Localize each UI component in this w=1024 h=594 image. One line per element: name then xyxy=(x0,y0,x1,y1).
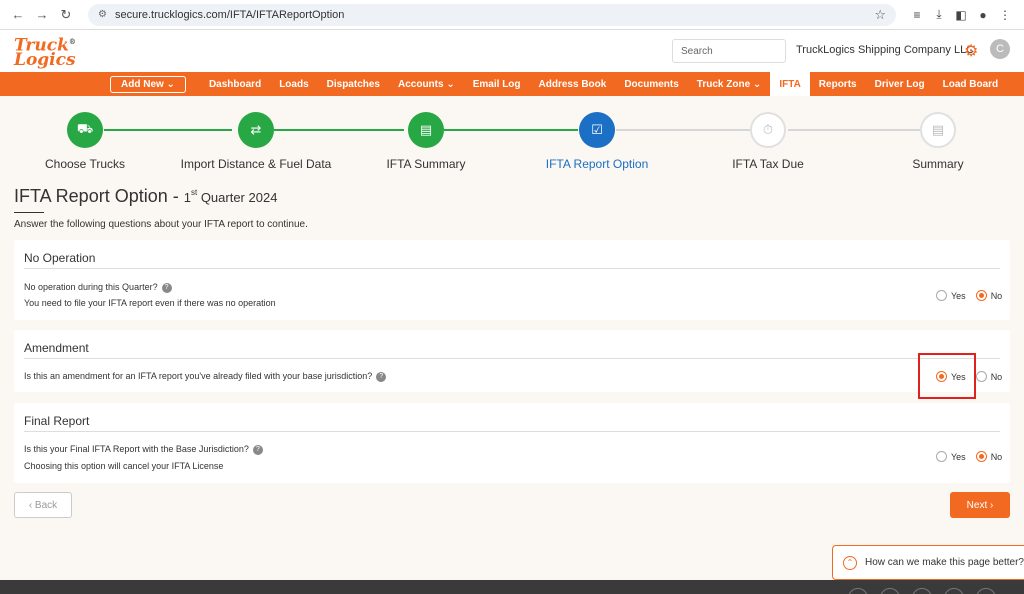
amendment-no-radio[interactable]: No xyxy=(975,371,1002,382)
nav-reports[interactable]: Reports xyxy=(810,72,866,96)
final-report-card: Final Report Is this your Final IFTA Rep… xyxy=(14,403,1010,483)
radio-circle[interactable] xyxy=(975,290,987,301)
social-icon[interactable] xyxy=(848,588,868,594)
step-label-choose-trucks: Choose Trucks xyxy=(44,157,126,171)
divider xyxy=(24,268,1000,269)
nav-truck-zone[interactable]: Truck Zone ⌄ xyxy=(688,72,771,96)
gear-icon[interactable]: ⚙ xyxy=(964,41,978,61)
profile-icon[interactable]: ● xyxy=(972,5,994,25)
help-icon[interactable]: ? xyxy=(376,371,387,382)
final-report-yes-radio[interactable]: Yes xyxy=(936,451,966,462)
divider xyxy=(24,431,1000,432)
step-connector xyxy=(444,129,578,131)
main-navbar: Add New ⌄ Dashboard Loads Dispatches Acc… xyxy=(0,72,1024,96)
trucklogics-logo[interactable]: Truck® Logics xyxy=(14,35,76,68)
choose-trucks-icon: ⛟ xyxy=(67,112,103,148)
nav-dashboard[interactable]: Dashboard xyxy=(200,72,270,96)
nav-dispatches[interactable]: Dispatches xyxy=(318,72,389,96)
next-button[interactable]: Next › xyxy=(950,492,1010,518)
nav-loads[interactable]: Loads xyxy=(270,72,317,96)
chevron-up-icon: ⌃ xyxy=(843,555,857,570)
help-icon[interactable]: ? xyxy=(252,444,263,455)
address-bar[interactable]: ⚙ secure.trucklogics.com/IFTA/IFTAReport… xyxy=(88,3,896,26)
wizard-stepper: ⛟ ⇄ ▤ ☑ ⏱ ▤ Choose Trucks Import Distanc… xyxy=(0,112,1024,172)
site-info-icon[interactable]: ⚙ xyxy=(98,9,107,20)
title-underline xyxy=(14,212,44,213)
nav-email-log[interactable]: Email Log xyxy=(464,72,530,96)
step-connector xyxy=(104,129,232,131)
download-icon[interactable]: ⤓ xyxy=(928,5,950,25)
nav-accounts[interactable]: Accounts ⌄ xyxy=(389,72,464,96)
step-label-ifta-tax-due: IFTA Tax Due xyxy=(732,157,804,171)
radio-circle[interactable] xyxy=(936,451,947,462)
app-header: Truck® Logics Search TruckLogics Shippin… xyxy=(0,30,1024,72)
search-input[interactable]: Search xyxy=(672,39,786,63)
import-data-icon: ⇄ xyxy=(238,112,274,148)
add-new-button[interactable]: Add New ⌄ xyxy=(110,75,186,93)
feedback-widget[interactable]: ⌃ How can we make this page better? xyxy=(832,545,1024,580)
hint-text: You need to file your IFTA report even i… xyxy=(24,298,276,308)
nav-load-board[interactable]: Load Board xyxy=(934,72,1008,96)
section-title: Amendment xyxy=(24,341,89,355)
browser-toolbar: ← → ↻ ⚙ secure.trucklogics.com/IFTA/IFTA… xyxy=(0,0,1024,30)
ifta-summary-icon: ▤ xyxy=(408,112,444,148)
page-title: IFTA Report Option - 1st Quarter 2024 xyxy=(14,186,278,206)
avatar[interactable]: C xyxy=(990,39,1010,59)
ifta-report-option-icon: ☑ xyxy=(579,112,615,148)
step-connector xyxy=(616,129,750,131)
section-title: Final Report xyxy=(24,414,90,428)
nav-address-book[interactable]: Address Book xyxy=(530,72,616,96)
url-text: secure.trucklogics.com/IFTA/IFTAReportOp… xyxy=(114,8,345,21)
step-label-ifta-summary: IFTA Summary xyxy=(386,157,466,171)
reload-icon[interactable]: ↻ xyxy=(56,5,76,25)
ifta-tax-due-icon: ⏱ xyxy=(750,112,786,148)
no-operation-no-radio[interactable]: No xyxy=(975,290,1002,301)
amendment-card: Amendment Is this an amendment for an IF… xyxy=(14,330,1010,392)
question-text: Is this an amendment for an IFTA report … xyxy=(24,371,387,382)
final-report-no-radio[interactable]: No xyxy=(975,451,1002,462)
divider xyxy=(24,358,1000,359)
social-icon[interactable] xyxy=(976,588,996,594)
social-icon[interactable] xyxy=(912,588,932,594)
media-icon[interactable]: ≡ xyxy=(906,5,928,25)
no-operation-card: No Operation No operation during this Qu… xyxy=(14,240,1010,320)
sidepanel-icon[interactable]: ◧ xyxy=(950,5,972,25)
radio-circle[interactable] xyxy=(936,290,947,301)
question-text: Is this your Final IFTA Report with the … xyxy=(24,444,263,455)
nav-documents[interactable]: Documents xyxy=(615,72,687,96)
hint-text: Choosing this option will cancel your IF… xyxy=(24,461,224,471)
page-footer xyxy=(0,580,1024,594)
final-report-radio-group: Yes No xyxy=(936,451,1012,462)
social-icon[interactable] xyxy=(880,588,900,594)
question-text: No operation during this Quarter?? xyxy=(24,282,172,293)
feedback-text: How can we make this page better? xyxy=(865,557,1024,568)
step-label-summary: Summary xyxy=(912,157,964,171)
step-connector xyxy=(274,129,404,131)
radio-circle[interactable] xyxy=(975,371,987,382)
no-operation-yes-radio[interactable]: Yes xyxy=(936,290,966,301)
social-icon[interactable] xyxy=(944,588,964,594)
no-operation-radio-group: Yes No xyxy=(936,290,1012,301)
summary-icon: ▤ xyxy=(920,112,956,148)
step-label-import-data: Import Distance & Fuel Data xyxy=(180,157,332,171)
nav-driver-log[interactable]: Driver Log xyxy=(866,72,934,96)
step-label-ifta-report-option: IFTA Report Option xyxy=(545,157,649,171)
step-connector xyxy=(788,129,920,131)
section-title: No Operation xyxy=(24,251,96,265)
company-name[interactable]: TruckLogics Shipping Company LLC xyxy=(796,44,974,56)
nav-ifta[interactable]: IFTA xyxy=(770,72,810,96)
menu-kebab-icon[interactable]: ⋮ xyxy=(994,5,1016,25)
bookmark-star-icon[interactable]: ☆ xyxy=(874,7,886,23)
instructions-text: Answer the following questions about you… xyxy=(14,219,308,230)
help-icon[interactable]: ? xyxy=(161,282,172,293)
forward-arrow-icon[interactable]: → xyxy=(32,5,52,25)
back-button[interactable]: ‹ Back xyxy=(14,492,72,518)
radio-circle[interactable] xyxy=(975,451,987,462)
back-arrow-icon[interactable]: ← xyxy=(8,5,28,25)
highlight-annotation-box xyxy=(918,353,976,399)
